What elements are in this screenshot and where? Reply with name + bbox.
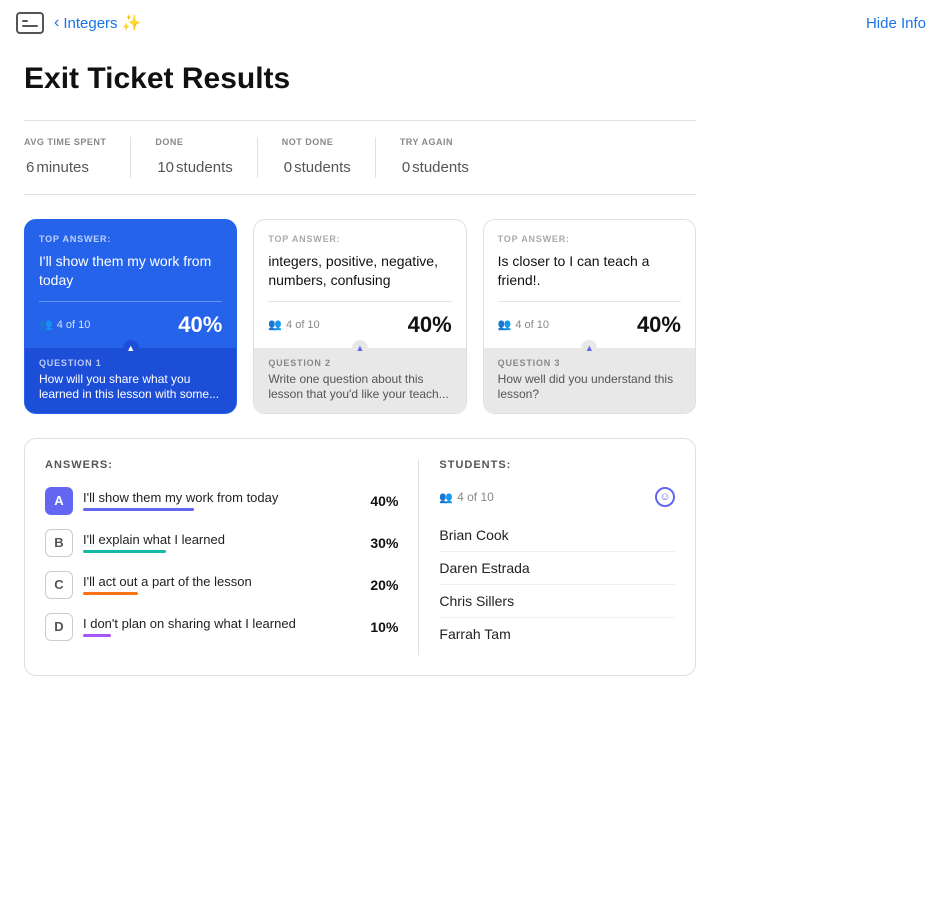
answer-letter-b: B — [45, 529, 73, 557]
students-col: STUDENTS: 4 of 10 ☺ Brian Cook Daren Est… — [435, 459, 675, 655]
nav-bar: ‹ Integers ✨ Hide Info — [0, 0, 946, 46]
q2-answer: integers, positive, negative, numbers, c… — [268, 252, 451, 291]
question-card-1[interactable]: TOP ANSWER: I'll show them my work from … — [24, 219, 237, 414]
student-name-1: Brian Cook — [439, 519, 675, 552]
q2-top: TOP ANSWER: integers, positive, negative… — [254, 220, 465, 301]
answer-pct-a: 40% — [370, 493, 398, 509]
students-people-icon — [439, 490, 453, 504]
question-card-2[interactable]: TOP ANSWER: integers, positive, negative… — [253, 219, 466, 414]
sparkle-icon: ✨ — [122, 13, 142, 33]
q3-chevron-icon: ▲ — [581, 340, 597, 356]
stat-try-again-label: TRY AGAIN — [400, 137, 469, 147]
student-name-4: Farrah Tam — [439, 618, 675, 650]
q1-bottom: ▲ QUESTION 1 How will you share what you… — [25, 348, 236, 413]
q1-top: TOP ANSWER: I'll show them my work from … — [25, 220, 236, 301]
answer-pct-b: 30% — [370, 535, 398, 551]
answer-bar-c — [83, 592, 138, 595]
student-name-2: Daren Estrada — [439, 552, 675, 585]
stat-done-value: 10students — [155, 149, 232, 178]
q1-count: 4 of 10 — [39, 318, 90, 331]
answer-letter-d: D — [45, 613, 73, 641]
nav-left: ‹ Integers ✨ — [16, 12, 141, 34]
q1-bottom-text: How will you share what you learned in t… — [39, 372, 222, 403]
students-header: 4 of 10 ☺ — [439, 487, 675, 507]
sidebar-toggle[interactable] — [16, 12, 44, 34]
students-title: STUDENTS: — [439, 459, 675, 471]
smiley-icon[interactable]: ☺ — [655, 487, 675, 507]
page-title: Exit Ticket Results — [24, 62, 696, 96]
answer-item-a: A I'll show them my work from today 40% — [45, 487, 398, 515]
q2-count: 4 of 10 — [268, 318, 319, 331]
q1-pct: 40% — [178, 312, 222, 338]
stat-avg-time-value: 6minutes — [24, 149, 106, 178]
answer-bar-b — [83, 550, 166, 553]
q3-pct: 40% — [637, 312, 681, 338]
answer-content-b: I'll explain what I learned — [83, 532, 360, 553]
back-link[interactable]: ‹ Integers ✨ — [54, 13, 141, 33]
question-card-3[interactable]: TOP ANSWER: Is closer to I can teach a f… — [483, 219, 696, 414]
answer-letter-a: A — [45, 487, 73, 515]
answer-pct-d: 10% — [370, 619, 398, 635]
q2-bottom-text: Write one question about this lesson tha… — [268, 372, 451, 403]
q3-top-label: TOP ANSWER: — [498, 234, 681, 244]
main-content: Exit Ticket Results AVG TIME SPENT 6minu… — [0, 46, 720, 716]
q2-bottom: ▲ QUESTION 2 Write one question about th… — [254, 348, 465, 413]
q3-answer: Is closer to I can teach a friend!. — [498, 252, 681, 291]
answer-letter-c: C — [45, 571, 73, 599]
q3-bottom-label: QUESTION 3 — [498, 358, 681, 368]
answer-text-b: I'll explain what I learned — [83, 532, 360, 547]
stat-not-done: NOT DONE 0students — [282, 137, 376, 178]
q2-chevron-icon: ▲ — [352, 340, 368, 356]
question-cards: TOP ANSWER: I'll show them my work from … — [24, 219, 696, 414]
q1-answer: I'll show them my work from today — [39, 252, 222, 291]
answer-text-a: I'll show them my work from today — [83, 490, 360, 505]
stat-done: DONE 10students — [155, 137, 257, 178]
stat-not-done-value: 0students — [282, 149, 351, 178]
answer-content-c: I'll act out a part of the lesson — [83, 574, 360, 595]
student-name-3: Chris Sillers — [439, 585, 675, 618]
answer-item-b: B I'll explain what I learned 30% — [45, 529, 398, 557]
bottom-section: ANSWERS: A I'll show them my work from t… — [24, 438, 696, 676]
stat-done-label: DONE — [155, 137, 232, 147]
q1-chevron-icon: ▲ — [123, 340, 139, 356]
stat-try-again: TRY AGAIN 0students — [400, 137, 493, 178]
q1-bottom-label: QUESTION 1 — [39, 358, 222, 368]
q1-top-label: TOP ANSWER: — [39, 234, 222, 244]
answers-col: ANSWERS: A I'll show them my work from t… — [45, 459, 419, 655]
q2-pct: 40% — [408, 312, 452, 338]
stat-avg-time: AVG TIME SPENT 6minutes — [24, 137, 131, 178]
stat-avg-time-label: AVG TIME SPENT — [24, 137, 106, 147]
answer-bar-d — [83, 634, 111, 637]
people-icon-3 — [498, 318, 512, 331]
stat-not-done-label: NOT DONE — [282, 137, 351, 147]
stats-row: AVG TIME SPENT 6minutes DONE 10students … — [24, 120, 696, 195]
answers-title: ANSWERS: — [45, 459, 398, 471]
answer-content-d: I don't plan on sharing what I learned — [83, 616, 360, 637]
q3-bottom-text: How well did you understand this lesson? — [498, 372, 681, 403]
back-chevron-icon: ‹ — [54, 14, 59, 32]
answer-text-d: I don't plan on sharing what I learned — [83, 616, 360, 631]
answer-pct-c: 20% — [370, 577, 398, 593]
q2-top-label: TOP ANSWER: — [268, 234, 451, 244]
answer-bar-a — [83, 508, 194, 511]
q3-top: TOP ANSWER: Is closer to I can teach a f… — [484, 220, 695, 301]
answer-item-c: C I'll act out a part of the lesson 20% — [45, 571, 398, 599]
answer-text-c: I'll act out a part of the lesson — [83, 574, 360, 589]
answer-item-d: D I don't plan on sharing what I learned… — [45, 613, 398, 641]
people-icon — [39, 318, 53, 331]
students-count: 4 of 10 — [439, 490, 493, 504]
hide-info-button[interactable]: Hide Info — [866, 15, 926, 32]
answer-content-a: I'll show them my work from today — [83, 490, 360, 511]
people-icon-2 — [268, 318, 282, 331]
stat-try-again-value: 0students — [400, 149, 469, 178]
back-label: Integers — [63, 15, 117, 32]
q2-bottom-label: QUESTION 2 — [268, 358, 451, 368]
q3-bottom: ▲ QUESTION 3 How well did you understand… — [484, 348, 695, 413]
q3-count: 4 of 10 — [498, 318, 549, 331]
